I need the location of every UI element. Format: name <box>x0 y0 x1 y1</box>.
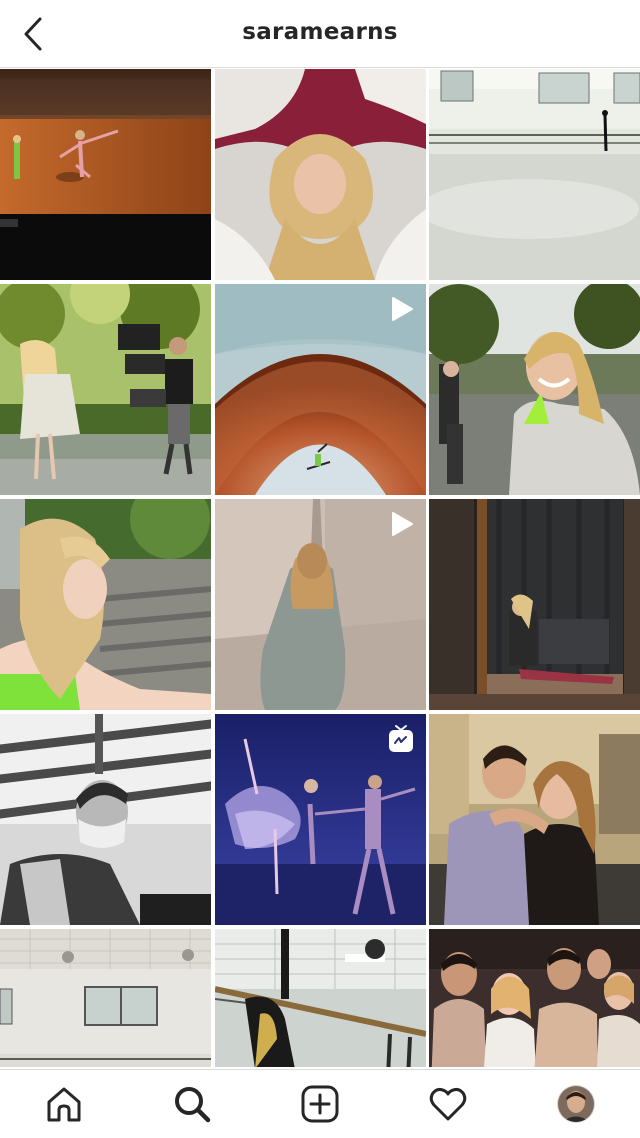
post-hair-spread-bed[interactable] <box>214 69 426 280</box>
post-profile-bleachers[interactable] <box>0 499 211 710</box>
plus-square-icon <box>301 1085 339 1123</box>
profile-username-title: saramearns <box>242 19 398 45</box>
post-thumbnail <box>0 284 211 495</box>
post-group-dancers[interactable] <box>429 929 640 1067</box>
post-thumbnail <box>429 714 640 925</box>
post-masked-barre-bw[interactable] <box>0 714 211 925</box>
post-thumbnail <box>0 929 211 1067</box>
post-backstage-mirror[interactable] <box>429 499 640 710</box>
post-thumbnail <box>0 69 211 280</box>
tab-search[interactable] <box>162 1074 222 1134</box>
search-icon <box>175 1087 211 1123</box>
home-icon <box>47 1087 81 1122</box>
heart-icon <box>429 1087 467 1121</box>
post-thumbnail <box>0 499 211 710</box>
post-thumbnail <box>0 714 211 925</box>
post-thumbnail <box>214 929 426 1067</box>
video-icon <box>391 512 413 536</box>
post-couple-portrait[interactable] <box>429 714 640 925</box>
post-empty-studio[interactable] <box>429 69 640 280</box>
post-dancer-stage[interactable] <box>0 69 211 280</box>
top-nav-bar: saramearns <box>0 0 640 68</box>
post-film-crew-park[interactable] <box>0 284 211 495</box>
post-grid <box>0 69 640 1067</box>
post-thumbnail <box>429 499 640 710</box>
post-bandshell-leap[interactable] <box>214 284 426 495</box>
tab-home[interactable] <box>34 1074 94 1134</box>
avatar <box>557 1085 595 1123</box>
tab-activity[interactable] <box>418 1074 478 1134</box>
post-thumbnail <box>214 69 426 280</box>
post-raincoat-wall[interactable] <box>214 499 426 710</box>
post-smiling-park[interactable] <box>429 284 640 495</box>
post-ballet-duet[interactable] <box>214 714 426 925</box>
post-studio-floor-lying[interactable] <box>0 929 211 1067</box>
post-thumbnail <box>429 284 640 495</box>
post-thumbnail <box>429 69 640 280</box>
bottom-tab-bar <box>0 1069 640 1138</box>
tab-new-post[interactable] <box>290 1074 350 1134</box>
post-thumbnail <box>429 929 640 1067</box>
post-barre-split[interactable] <box>214 929 426 1067</box>
video-icon <box>391 297 413 321</box>
igtv-icon <box>388 725 413 752</box>
tab-profile[interactable] <box>546 1074 606 1134</box>
